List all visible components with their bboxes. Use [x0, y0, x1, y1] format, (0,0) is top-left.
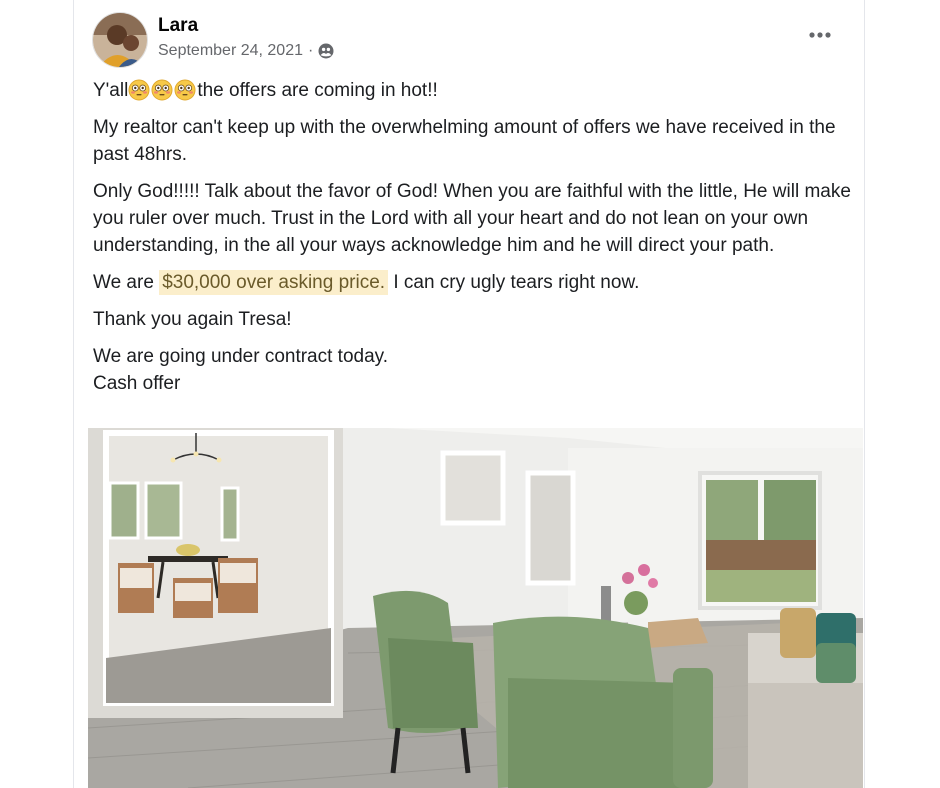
post-paragraph-4: We are $30,000 over asking price. I can … [93, 269, 853, 296]
living-room-photo[interactable] [88, 428, 863, 788]
post-paragraph-3: Only God!!!!! Talk about the favor of Go… [93, 181, 851, 256]
post-date[interactable]: September 24, 2021 [158, 42, 303, 60]
author-name[interactable]: Lara [158, 15, 198, 37]
flushed-face-emoji-icon [151, 79, 173, 101]
post-paragraph-5: Thank you again Tresa! [93, 309, 292, 330]
line1-suffix: the offers are coming in hot!! [197, 80, 438, 101]
para6-line1: We are going under contract today. [93, 346, 389, 367]
post-paragraph-6: We are going under contract today. Cash … [93, 343, 853, 397]
author-avatar[interactable] [92, 12, 148, 68]
photo-illustration [88, 428, 863, 788]
more-options-icon [809, 32, 831, 38]
avatar-image [93, 13, 147, 67]
post-body: Y'all the offers are coming in hot!! My … [93, 77, 853, 397]
friends-icon[interactable] [318, 43, 334, 59]
para6-line2: Cash offer [93, 373, 181, 394]
flushed-face-emoji-icon [128, 79, 150, 101]
post-paragraph-2: My realtor can't keep up with the overwh… [93, 117, 836, 165]
meta-separator: · [308, 42, 314, 59]
para4-prefix: We are [93, 272, 160, 293]
post-paragraph-1: Y'all the offers are coming in hot!! [93, 77, 853, 104]
para4-suffix: I can cry ugly tears right now. [388, 272, 640, 293]
flushed-face-emoji-icon [174, 79, 196, 101]
post-meta: September 24, 2021 · [158, 42, 334, 60]
more-options-button[interactable] [806, 23, 834, 47]
line1-prefix: Y'all [93, 80, 129, 101]
highlighted-text: $30,000 over asking price. [159, 270, 389, 295]
